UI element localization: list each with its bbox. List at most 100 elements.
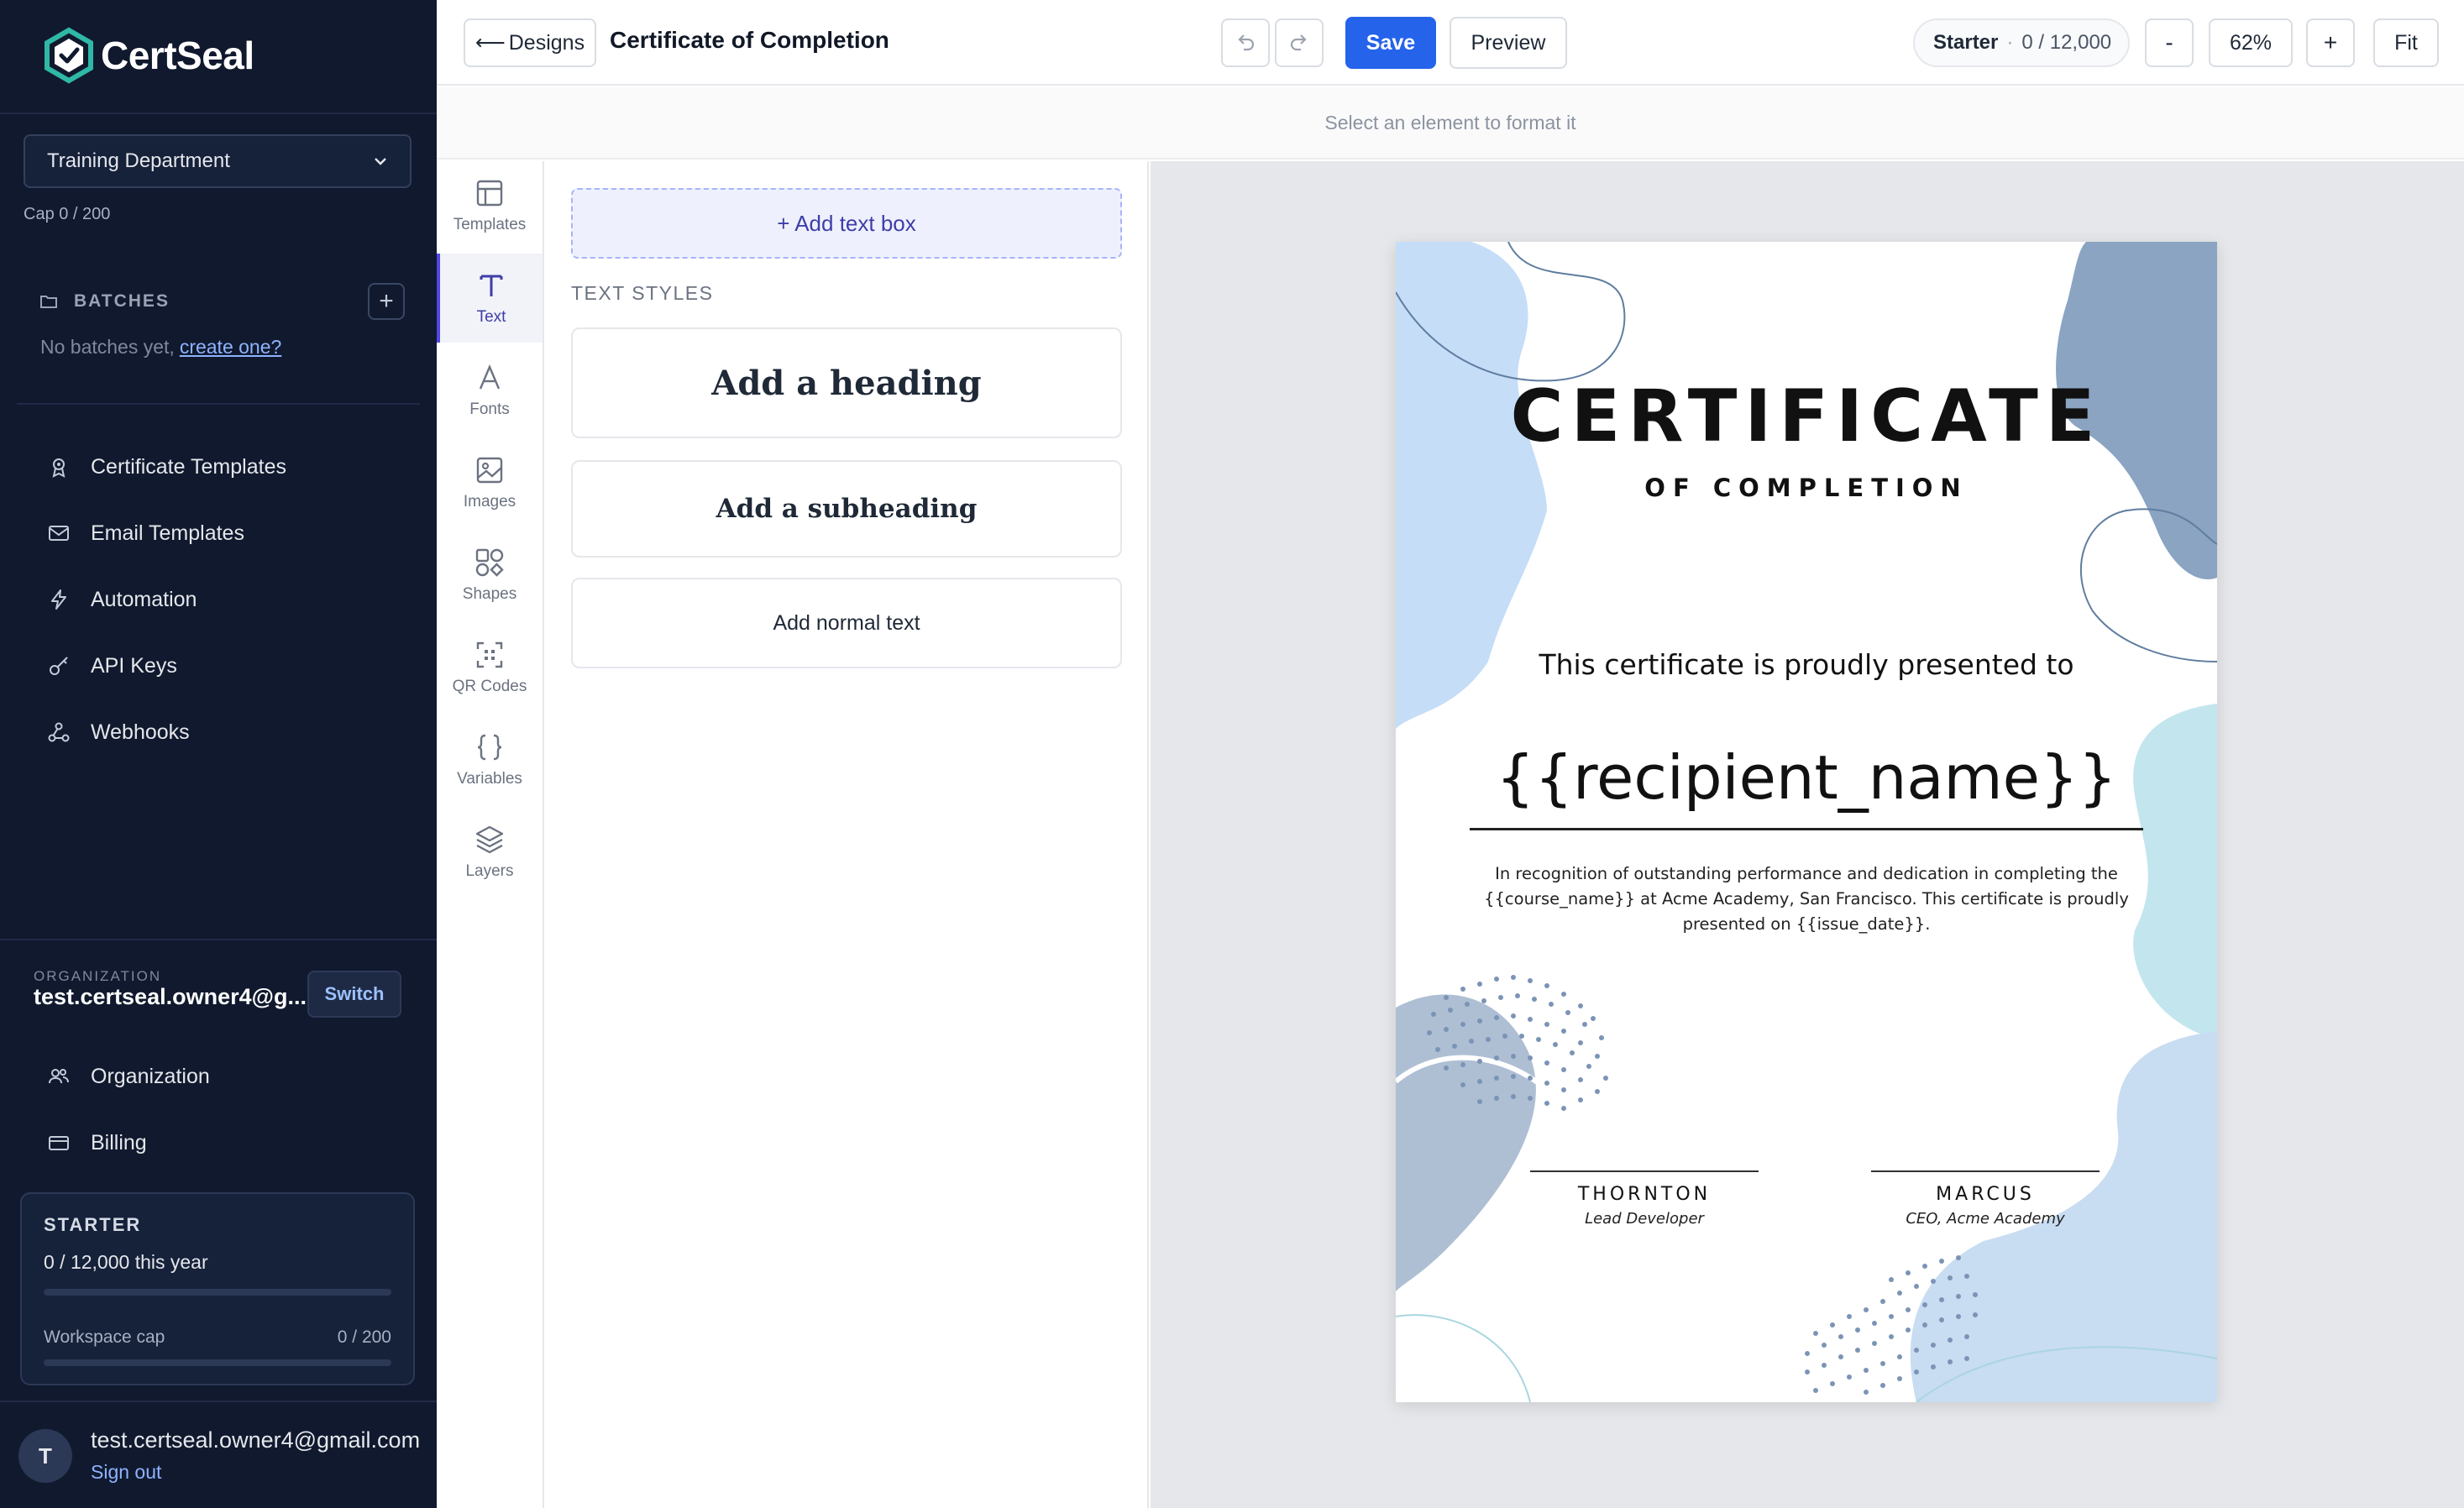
braces-icon <box>477 734 502 761</box>
plan-name: STARTER <box>44 1214 142 1235</box>
tool-label: Templates <box>453 216 527 233</box>
signature-title: CEO, Acme Academy <box>1906 1210 2065 1228</box>
nav-certificate-templates[interactable]: Certificate Templates <box>47 448 286 485</box>
nav-api-keys[interactable]: API Keys <box>47 647 177 684</box>
nav-label: API Keys <box>91 653 177 678</box>
tool-fonts[interactable]: Fonts <box>437 346 543 435</box>
plan-card: STARTER 0 / 12,000 this year Workspace c… <box>20 1192 415 1385</box>
certificate-presented-text[interactable]: This certificate is proudly presented to <box>1396 648 2217 681</box>
tool-qr-codes[interactable]: QR Codes <box>437 623 543 712</box>
chevron-down-icon <box>375 158 386 165</box>
plan-usage-pill: Starter · 0 / 12,000 <box>1913 18 2130 67</box>
avatar[interactable]: T <box>18 1429 72 1483</box>
save-button[interactable]: Save <box>1345 17 1436 69</box>
zoom-level[interactable]: 62% <box>2209 18 2293 67</box>
undo-button[interactable] <box>1221 18 1270 67</box>
add-heading-button[interactable]: Add a heading <box>571 327 1122 438</box>
certificate-body-text[interactable]: In recognition of outstanding performanc… <box>1483 861 2130 937</box>
certseal-logo-icon <box>45 27 93 84</box>
webhook-icon <box>48 722 70 742</box>
redo-button[interactable] <box>1275 18 1324 67</box>
format-hint: Select an element to format it <box>1324 111 1576 134</box>
workspace-select[interactable]: Training Department <box>24 134 412 188</box>
certificate-title[interactable]: CERTIFICATE <box>1396 374 2217 458</box>
tool-label: Layers <box>465 862 514 880</box>
qr-icon <box>476 641 503 668</box>
shapes-icon <box>475 548 504 577</box>
templates-icon <box>476 180 503 207</box>
zoom-fit-button[interactable]: Fit <box>2373 18 2439 67</box>
app-name: CertSeal <box>101 34 254 77</box>
signature-line <box>1871 1170 2100 1172</box>
fonts-icon <box>479 364 501 390</box>
workspace-cap-bar <box>44 1359 391 1366</box>
signature-name: MARCUS <box>1936 1184 2035 1205</box>
nav-webhooks[interactable]: Webhooks <box>47 714 190 751</box>
batches-title: BATCHES <box>74 291 170 311</box>
sidebar-divider <box>0 1401 437 1402</box>
nav-label: Billing <box>91 1130 147 1155</box>
document-title[interactable]: Certificate of Completion <box>610 27 889 54</box>
plan-pill-name: Starter <box>1933 31 1999 54</box>
create-batch-link[interactable]: create one? <box>180 336 281 358</box>
plan-pill-usage: 0 / 12,000 <box>2021 31 2112 54</box>
tool-images[interactable]: Images <box>437 438 543 527</box>
tool-label: Variables <box>457 770 522 788</box>
certificate-recipient-name[interactable]: {{recipient_name}} <box>1396 742 2217 813</box>
signature-block-2[interactable]: MARCUS CEO, Acme Academy <box>1871 1170 2100 1228</box>
nav-label: Organization <box>91 1064 210 1088</box>
add-batch-button[interactable]: + <box>368 283 405 320</box>
key-icon <box>50 657 68 675</box>
workspace-cap-label: Workspace cap <box>44 1327 165 1347</box>
add-subheading-button[interactable]: Add a subheading <box>571 460 1122 558</box>
undo-icon <box>1238 34 1255 51</box>
workspace-select-value: Training Department <box>47 149 230 172</box>
editor-topbar: ⟵ Designs Certificate of Completion Save… <box>437 0 2464 86</box>
add-normal-text-button[interactable]: Add normal text <box>571 578 1122 668</box>
nav-billing[interactable]: Billing <box>47 1124 147 1161</box>
signature-title: Lead Developer <box>1585 1210 1704 1228</box>
switch-organization-button[interactable]: Switch <box>307 971 401 1018</box>
plan-usage: 0 / 12,000 this year <box>44 1251 208 1273</box>
image-icon <box>476 457 503 484</box>
add-text-box-button[interactable]: + Add text box <box>571 188 1122 259</box>
nav-organization[interactable]: Organization <box>47 1058 210 1095</box>
preview-button[interactable]: Preview <box>1450 17 1567 69</box>
redo-icon <box>1290 34 1307 51</box>
back-label: Designs <box>508 30 585 55</box>
signature-block-1[interactable]: THORNTON Lead Developer <box>1530 1170 1759 1228</box>
bolt-icon <box>51 589 66 610</box>
tool-variables[interactable]: Variables <box>437 715 543 804</box>
tool-layers[interactable]: Layers <box>437 808 543 897</box>
layers-icon <box>475 825 504 854</box>
nav-email-templates[interactable]: Email Templates <box>47 515 244 552</box>
tool-text[interactable]: Text <box>437 254 543 343</box>
organization-label: ORGANIZATION <box>34 968 162 984</box>
organization-name: test.certseal.owner4@g... <box>34 984 307 1009</box>
zoom-out-button[interactable]: - <box>2145 18 2194 67</box>
plus-icon: + <box>379 287 394 315</box>
nav-automation[interactable]: Automation <box>47 581 197 618</box>
zoom-in-button[interactable]: + <box>2306 18 2355 67</box>
arrow-left-icon: ⟵ <box>474 31 506 55</box>
text-icon <box>480 275 503 296</box>
certificate-subtitle[interactable]: OF COMPLETION <box>1396 474 2217 502</box>
signature-line <box>1530 1170 1759 1172</box>
canvas-area[interactable]: CERTIFICATE OF COMPLETION This certifica… <box>1151 161 2464 1508</box>
tool-rail: Templates Text Fonts Images Shapes QR Co… <box>437 161 544 1508</box>
sidebar-divider <box>17 403 420 405</box>
tool-shapes[interactable]: Shapes <box>437 531 543 620</box>
back-to-designs-button[interactable]: ⟵ Designs <box>464 18 596 67</box>
user-row: T test.certseal.owner4@gmail.com Sign ou… <box>18 1427 437 1493</box>
batches-empty-text: No batches yet, <box>40 336 175 358</box>
folder-icon <box>40 296 57 308</box>
tool-templates[interactable]: Templates <box>437 161 543 250</box>
batches-empty-state: No batches yet, create one? <box>40 336 281 359</box>
text-panel: + Add text box TEXT STYLES Add a heading… <box>544 161 1149 1508</box>
workspace-cap-row: Workspace cap 0 / 200 <box>44 1327 391 1348</box>
app-logo[interactable]: CertSeal <box>40 27 254 84</box>
certificate-canvas[interactable]: CERTIFICATE OF COMPLETION This certifica… <box>1396 242 2217 1402</box>
nav-label: Automation <box>91 587 197 611</box>
sign-out-link[interactable]: Sign out <box>91 1461 161 1484</box>
recipient-underline[interactable] <box>1470 828 2143 830</box>
